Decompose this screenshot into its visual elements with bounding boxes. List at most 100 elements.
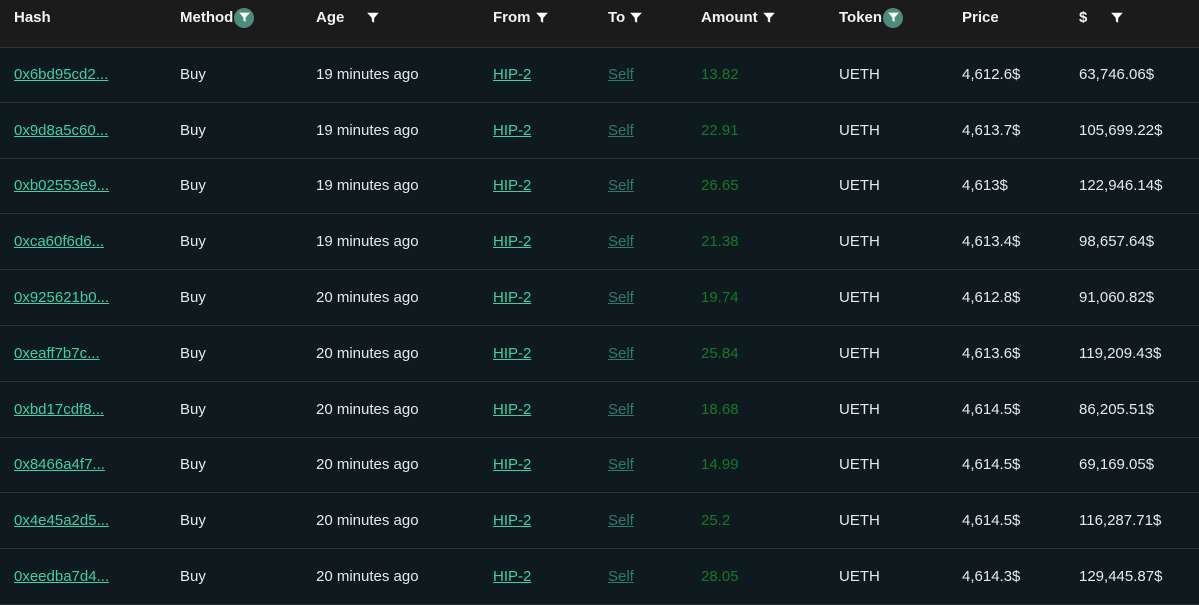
from-link-text[interactable]: HIP-2 <box>493 122 531 139</box>
to-link-text[interactable]: Self <box>608 66 634 83</box>
amount-cell-text: 22.91 <box>701 121 739 139</box>
hash-link[interactable]: 0xbd17cdf8... <box>14 382 104 437</box>
filter-icon[interactable] <box>762 11 776 25</box>
token-cell-text: UETH <box>839 512 880 530</box>
usd-cell: 105,699.22$ <box>1079 103 1162 158</box>
price-cell-text: 4,613$ <box>962 177 1008 195</box>
to-link-text[interactable]: Self <box>608 289 634 306</box>
token-filter-active-icon[interactable] <box>883 7 904 28</box>
hash-link-text[interactable]: 0xeaff7b7c... <box>14 345 100 362</box>
to-link-text[interactable]: Self <box>608 177 634 194</box>
to-link[interactable]: Self <box>608 103 634 158</box>
method-filter-active-icon[interactable] <box>234 7 255 28</box>
to-link[interactable]: Self <box>608 493 634 548</box>
header-from-label: From <box>493 9 531 26</box>
amount-cell-text: 19.74 <box>701 289 739 307</box>
hash-link-text[interactable]: 0x8466a4f7... <box>14 456 105 473</box>
to-link-text[interactable]: Self <box>608 345 634 362</box>
usd-cell-text: 105,699.22$ <box>1079 121 1163 139</box>
to-link[interactable]: Self <box>608 326 634 381</box>
to-link[interactable]: Self <box>608 382 634 437</box>
age-cell-text: 20 minutes ago <box>316 400 419 418</box>
to-link-text[interactable]: Self <box>608 401 634 418</box>
table-row[interactable]: 0xbd17cdf8... Buy 20 minutes ago HIP-2 Self 1… <box>0 382 1199 438</box>
hash-link-text[interactable]: 0x925621b0... <box>14 289 109 306</box>
from-link[interactable]: HIP-2 <box>493 493 531 548</box>
hash-link-text[interactable]: 0x6bd95cd2... <box>14 66 108 83</box>
usd-cell-text: 86,205.51$ <box>1079 400 1155 418</box>
price-cell-text: 4,614.3$ <box>962 568 1021 586</box>
to-link[interactable]: Self <box>608 270 634 325</box>
age-cell: 19 minutes ago <box>316 47 419 102</box>
hash-link[interactable]: 0xca60f6d6... <box>14 214 104 269</box>
to-link-text[interactable]: Self <box>608 456 634 473</box>
filter-icon[interactable] <box>366 11 380 25</box>
from-link-text[interactable]: HIP-2 <box>493 456 531 473</box>
from-link[interactable]: HIP-2 <box>493 326 531 381</box>
to-link-text[interactable]: Self <box>608 512 634 529</box>
hash-link[interactable]: 0x8466a4f7... <box>14 438 105 493</box>
hash-link-text[interactable]: 0xbd17cdf8... <box>14 401 104 418</box>
from-link-text[interactable]: HIP-2 <box>493 568 531 585</box>
table-row[interactable]: 0x925621b0... Buy 20 minutes ago HIP-2 Self 1… <box>0 270 1199 326</box>
token-cell: UETH <box>839 493 880 548</box>
to-link[interactable]: Self <box>608 214 634 269</box>
from-link-text[interactable]: HIP-2 <box>493 66 531 83</box>
from-link[interactable]: HIP-2 <box>493 214 531 269</box>
table-row[interactable]: 0x4e45a2d5... Buy 20 minutes ago HIP-2 Self 2… <box>0 493 1199 550</box>
to-link[interactable]: Self <box>608 438 634 493</box>
hash-link-text[interactable]: 0x9d8a5c60... <box>14 122 108 139</box>
from-link-text[interactable]: HIP-2 <box>493 512 531 529</box>
table-header: Hash Method Age From To Amount Token Pri… <box>0 0 1199 48</box>
hash-link[interactable]: 0xb02553e9... <box>14 159 109 214</box>
to-link-text[interactable]: Self <box>608 233 634 250</box>
amount-cell: 19.74 <box>701 270 739 325</box>
header-method-label: Method <box>180 9 234 26</box>
table-row[interactable]: 0xeaff7b7c... Buy 20 minutes ago HIP-2 Self 2… <box>0 326 1199 382</box>
amount-cell: 25.2 <box>701 493 730 548</box>
table-row[interactable]: 0xb02553e9... Buy 19 minutes ago HIP-2 Self 2… <box>0 159 1199 215</box>
hash-link[interactable]: 0x925621b0... <box>14 270 109 325</box>
header-price: Price <box>962 0 999 35</box>
token-cell: UETH <box>839 103 880 158</box>
hash-link[interactable]: 0x4e45a2d5... <box>14 493 109 548</box>
token-cell: UETH <box>839 270 880 325</box>
table-row[interactable]: 0xeedba7d4... Buy 20 minutes ago HIP-2 Self 2… <box>0 549 1199 605</box>
hash-link[interactable]: 0xeaff7b7c... <box>14 326 100 381</box>
to-link[interactable]: Self <box>608 159 634 214</box>
hash-link-text[interactable]: 0xca60f6d6... <box>14 233 104 250</box>
token-cell-text: UETH <box>839 456 880 474</box>
table-row[interactable]: 0x6bd95cd2... Buy 19 minutes ago HIP-2 Self 1… <box>0 47 1199 103</box>
from-link-text[interactable]: HIP-2 <box>493 233 531 250</box>
hash-link-text[interactable]: 0xb02553e9... <box>14 177 109 194</box>
price-cell-text: 4,612.6$ <box>962 65 1021 83</box>
from-link[interactable]: HIP-2 <box>493 159 531 214</box>
hash-link-text[interactable]: 0xeedba7d4... <box>14 568 109 585</box>
filter-icon[interactable] <box>629 11 643 25</box>
header-to: To <box>608 0 643 35</box>
method-cell: Buy <box>180 103 206 158</box>
filter-icon[interactable] <box>535 11 549 25</box>
from-link[interactable]: HIP-2 <box>493 103 531 158</box>
table-row[interactable]: 0x8466a4f7... Buy 20 minutes ago HIP-2 Self 1… <box>0 438 1199 494</box>
header-to-label: To <box>608 9 626 26</box>
from-link-text[interactable]: HIP-2 <box>493 345 531 362</box>
from-link-text[interactable]: HIP-2 <box>493 177 531 194</box>
from-link-text[interactable]: HIP-2 <box>493 401 531 418</box>
hash-link[interactable]: 0x9d8a5c60... <box>14 103 108 158</box>
table-row[interactable]: 0x9d8a5c60... Buy 19 minutes ago HIP-2 Self 2… <box>0 103 1199 159</box>
to-link-text[interactable]: Self <box>608 568 634 585</box>
filter-icon[interactable] <box>1110 11 1124 25</box>
from-link[interactable]: HIP-2 <box>493 47 531 102</box>
to-link-text[interactable]: Self <box>608 122 634 139</box>
amount-cell: 21.38 <box>701 214 739 269</box>
from-link[interactable]: HIP-2 <box>493 382 531 437</box>
from-link[interactable]: HIP-2 <box>493 270 531 325</box>
from-link-text[interactable]: HIP-2 <box>493 289 531 306</box>
to-link[interactable]: Self <box>608 47 634 102</box>
from-link[interactable]: HIP-2 <box>493 438 531 493</box>
hash-link-text[interactable]: 0x4e45a2d5... <box>14 512 109 529</box>
table-row[interactable]: 0xca60f6d6... Buy 19 minutes ago HIP-2 Self 2… <box>0 214 1199 271</box>
method-cell: Buy <box>180 47 206 102</box>
hash-link[interactable]: 0x6bd95cd2... <box>14 47 108 102</box>
